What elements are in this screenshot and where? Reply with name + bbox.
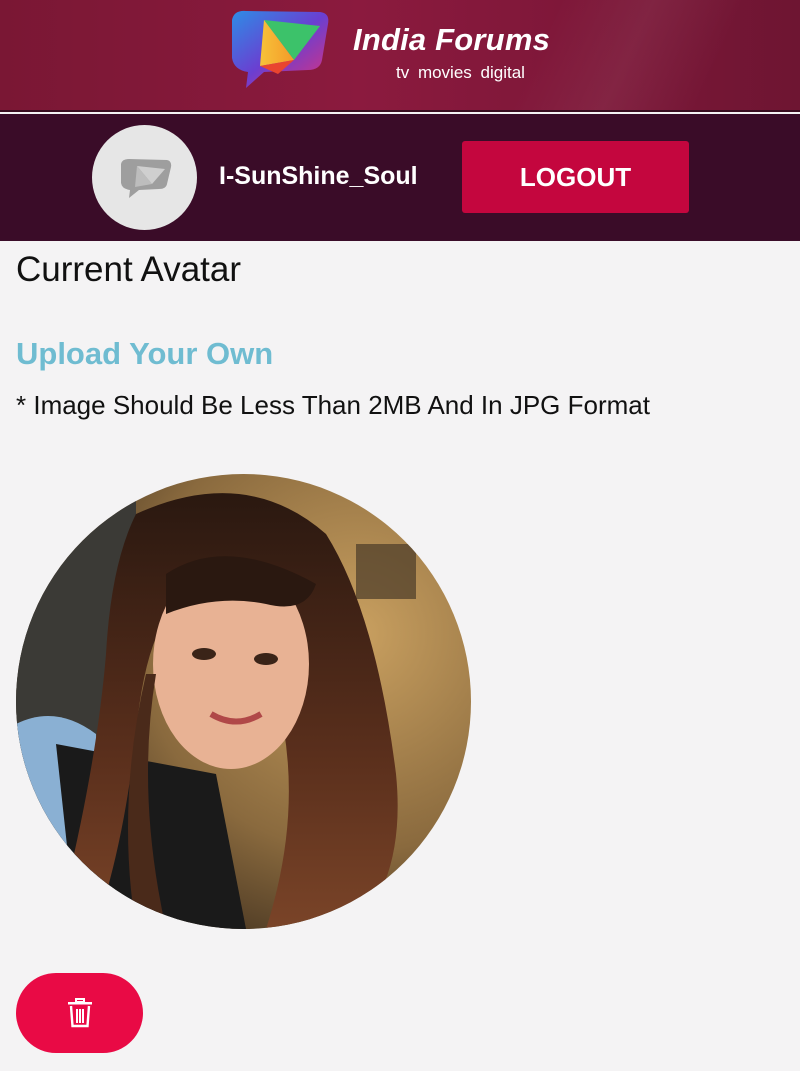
upload-requirements-note: * Image Should Be Less Than 2MB And In J… <box>16 390 650 420</box>
brand-name: India Forums <box>353 22 551 57</box>
india-forums-logo[interactable] <box>224 8 332 90</box>
logout-button[interactable]: LOGOUT <box>462 141 689 213</box>
trash-icon <box>67 998 92 1028</box>
user-avatar[interactable] <box>92 125 197 230</box>
delete-avatar-button[interactable] <box>16 973 143 1053</box>
default-avatar-logo-icon <box>121 159 172 198</box>
current-avatar-title: Current Avatar <box>16 250 242 289</box>
current-avatar-image <box>16 474 471 929</box>
username: I-SunShine_Soul <box>219 162 418 190</box>
brand-tagline: tv movies digital <box>396 63 525 82</box>
upload-your-own-link[interactable]: Upload Your Own <box>16 336 273 372</box>
